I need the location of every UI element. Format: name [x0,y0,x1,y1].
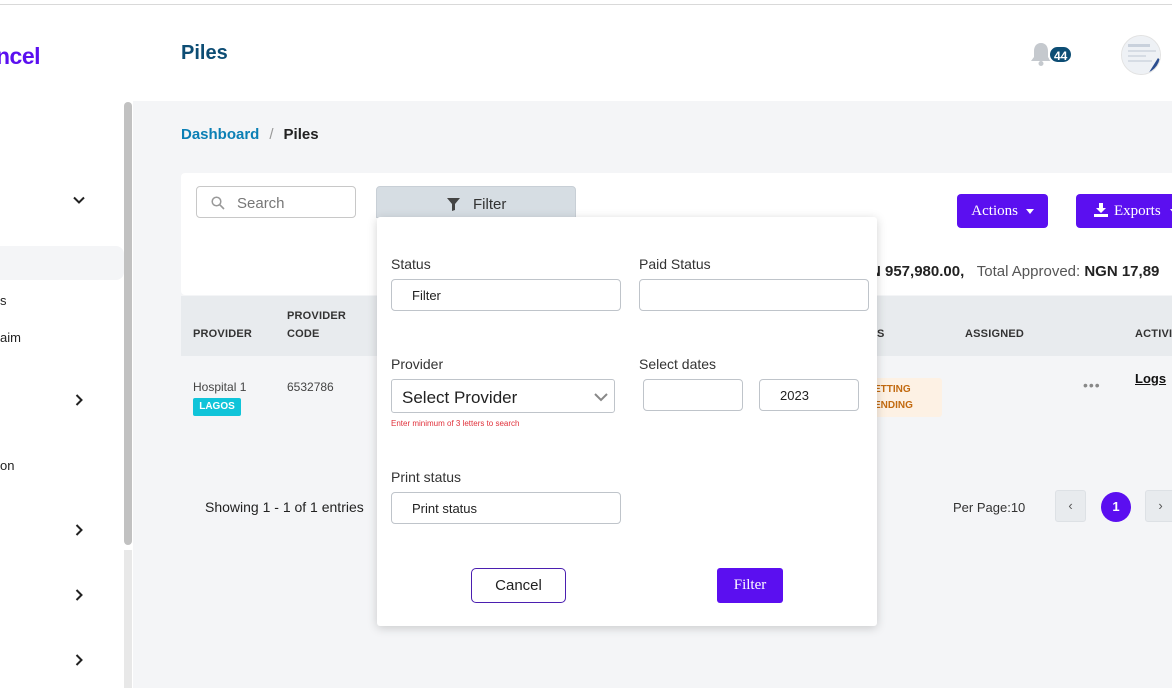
filter-toggle-label: Filter [473,196,507,213]
sidebar-scrollbar[interactable] [124,102,132,545]
provider-hint: Enter minimum of 3 letters to search [391,419,520,428]
status-line: ETTING [874,384,911,395]
actions-label: Actions [971,203,1018,219]
apply-filter-button[interactable]: Filter [717,568,783,603]
chevron-down-icon [594,393,608,402]
status-filter-input[interactable] [391,279,621,311]
breadcrumb-current: Piles [283,126,319,143]
chevron-right-icon[interactable] [71,522,87,538]
exports-label: Exports [1114,203,1161,219]
breadcrumb: Dashboard / Piles [181,126,319,143]
column-header-status[interactable]: S [877,325,885,343]
avatar[interactable] [1121,35,1161,75]
filter-toggle-button[interactable]: Filter [376,186,576,218]
search-icon [211,196,225,210]
column-header-activity[interactable]: ACTIVI [1135,325,1172,343]
logs-link[interactable]: Logs [1135,371,1166,386]
status-label: Status [391,256,431,272]
column-header-provider-code[interactable]: PROVIDER CODE [287,307,357,343]
paid-status-input[interactable] [639,279,869,311]
date-start-input[interactable] [643,379,743,411]
sidebar-scroll-track [124,550,132,688]
breadcrumb-dashboard-link[interactable]: Dashboard [181,126,259,143]
chevron-right-icon[interactable] [71,587,87,603]
totals-summary: N 957,980.00, Total Approved: NGN 17,89 [870,263,1159,280]
page-button-current[interactable]: 1 [1101,492,1131,522]
search-input[interactable] [237,193,347,213]
entries-summary: Showing 1 - 1 of 1 entries [205,499,364,515]
total-approved-value: NGN 17,89 [1084,263,1160,280]
provider-select[interactable]: Select Provider [391,379,615,413]
column-header-assigned[interactable]: ASSIGNED [965,325,1024,343]
status-line: ENDING [874,400,913,411]
chevron-right-icon[interactable] [71,392,87,408]
caret-down-icon [1025,209,1034,215]
more-options-icon[interactable]: ••• [1083,377,1101,393]
filter-funnel-icon [447,198,460,211]
status-badge: ETTING ENDING [866,378,942,417]
page-title: Piles [181,42,228,64]
sidebar-item-label[interactable]: on [0,458,14,473]
sidebar: ncel s aim on [0,5,133,688]
chevron-right-icon[interactable] [71,652,87,668]
cell-provider: Hospital 1 [193,380,247,394]
location-tag: LAGOS [193,398,241,416]
breadcrumb-separator: / [269,126,274,143]
date-end-input[interactable] [759,379,859,411]
total-partial-value: N 957,980.00, [870,263,965,280]
search-box[interactable] [196,186,356,218]
sidebar-item-label[interactable]: aim [0,330,21,345]
print-status-label: Print status [391,469,462,485]
sidebar-item-label[interactable]: s [0,293,7,308]
app-logo: ncel [0,43,41,69]
exports-button[interactable]: Exports [1076,194,1172,228]
top-header: Piles 44 [133,5,1172,101]
cell-provider-code: 6532786 [287,380,334,394]
select-dates-label: Select dates [639,356,717,372]
print-status-input[interactable] [391,492,621,524]
next-page-button[interactable]: › [1145,490,1172,522]
provider-select-value: Select Provider [402,388,518,407]
per-page-selector[interactable]: Per Page:10 [953,500,1025,515]
actions-button[interactable]: Actions [957,194,1048,228]
cancel-button[interactable]: Cancel [471,568,566,603]
total-approved-label: Total Approved: [976,263,1081,280]
provider-label: Provider [391,356,444,372]
paid-status-label: Paid Status [639,256,711,272]
chevron-down-icon[interactable] [71,192,87,208]
sidebar-item-active[interactable] [0,246,124,280]
notification-badge: 44 [1048,45,1074,64]
prev-page-button[interactable]: ‹ [1055,490,1086,522]
column-header-provider[interactable]: PROVIDER [193,325,252,343]
download-icon [1094,203,1108,217]
